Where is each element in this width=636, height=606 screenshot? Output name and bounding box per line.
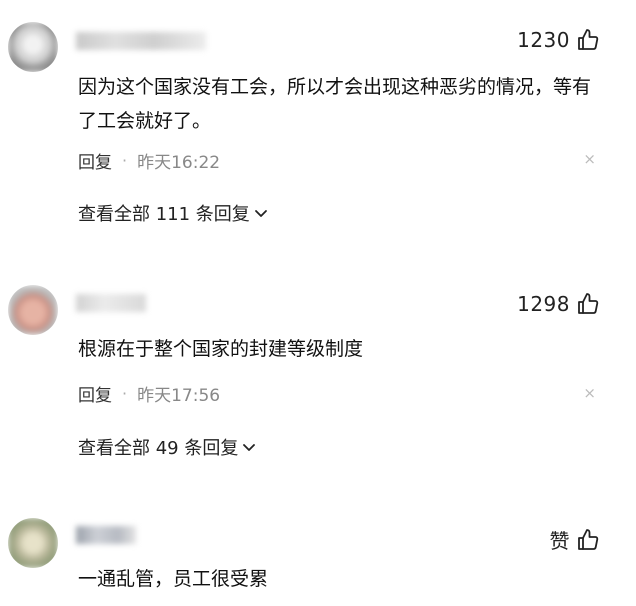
timestamp: 昨天17:56	[137, 386, 221, 406]
username[interactable]	[76, 294, 146, 312]
chevron-down-icon	[254, 210, 267, 217]
comment-meta: 回复 · 昨天16:22	[78, 148, 220, 173]
separator: ·	[122, 151, 128, 170]
like-button[interactable]: 1230	[517, 28, 600, 52]
comment-text: 根源在于整个国家的封建等级制度	[78, 338, 364, 360]
thumbs-up-icon	[578, 293, 599, 314]
close-icon[interactable]: ×	[583, 384, 596, 402]
like-button[interactable]: 赞	[550, 525, 601, 554]
like-label: 赞	[549, 529, 570, 553]
like-count: 1230	[517, 28, 570, 52]
view-all-replies-label: 查看全部 111 条回复	[78, 204, 250, 225]
avatar[interactable]	[8, 518, 58, 568]
reply-button[interactable]: 回复	[78, 148, 112, 173]
view-all-replies-label: 查看全部 49 条回复	[78, 438, 239, 459]
close-icon[interactable]: ×	[583, 150, 596, 168]
comment-text: 一通乱管，员工很受累	[78, 568, 269, 590]
separator: ·	[122, 384, 128, 403]
username[interactable]	[76, 526, 136, 544]
view-all-replies-button[interactable]: 查看全部 111 条回复	[78, 200, 268, 226]
avatar[interactable]	[8, 22, 58, 72]
reply-button[interactable]: 回复	[78, 381, 112, 406]
like-button[interactable]: 1298	[517, 292, 600, 316]
view-all-replies-button[interactable]: 查看全部 49 条回复	[78, 434, 256, 460]
timestamp: 昨天16:22	[137, 153, 221, 173]
comment-text: 因为这个国家没有工会，所以才会出现这种恶劣的情况，等有了工会就好了。	[78, 76, 592, 132]
thumbs-up-icon	[578, 528, 599, 550]
comment-meta: 回复 · 昨天17:56	[78, 381, 220, 406]
avatar[interactable]	[8, 285, 58, 335]
thumbs-up-icon	[578, 29, 599, 50]
chevron-down-icon	[243, 444, 256, 451]
username[interactable]	[76, 32, 206, 50]
like-count: 1298	[517, 292, 570, 316]
